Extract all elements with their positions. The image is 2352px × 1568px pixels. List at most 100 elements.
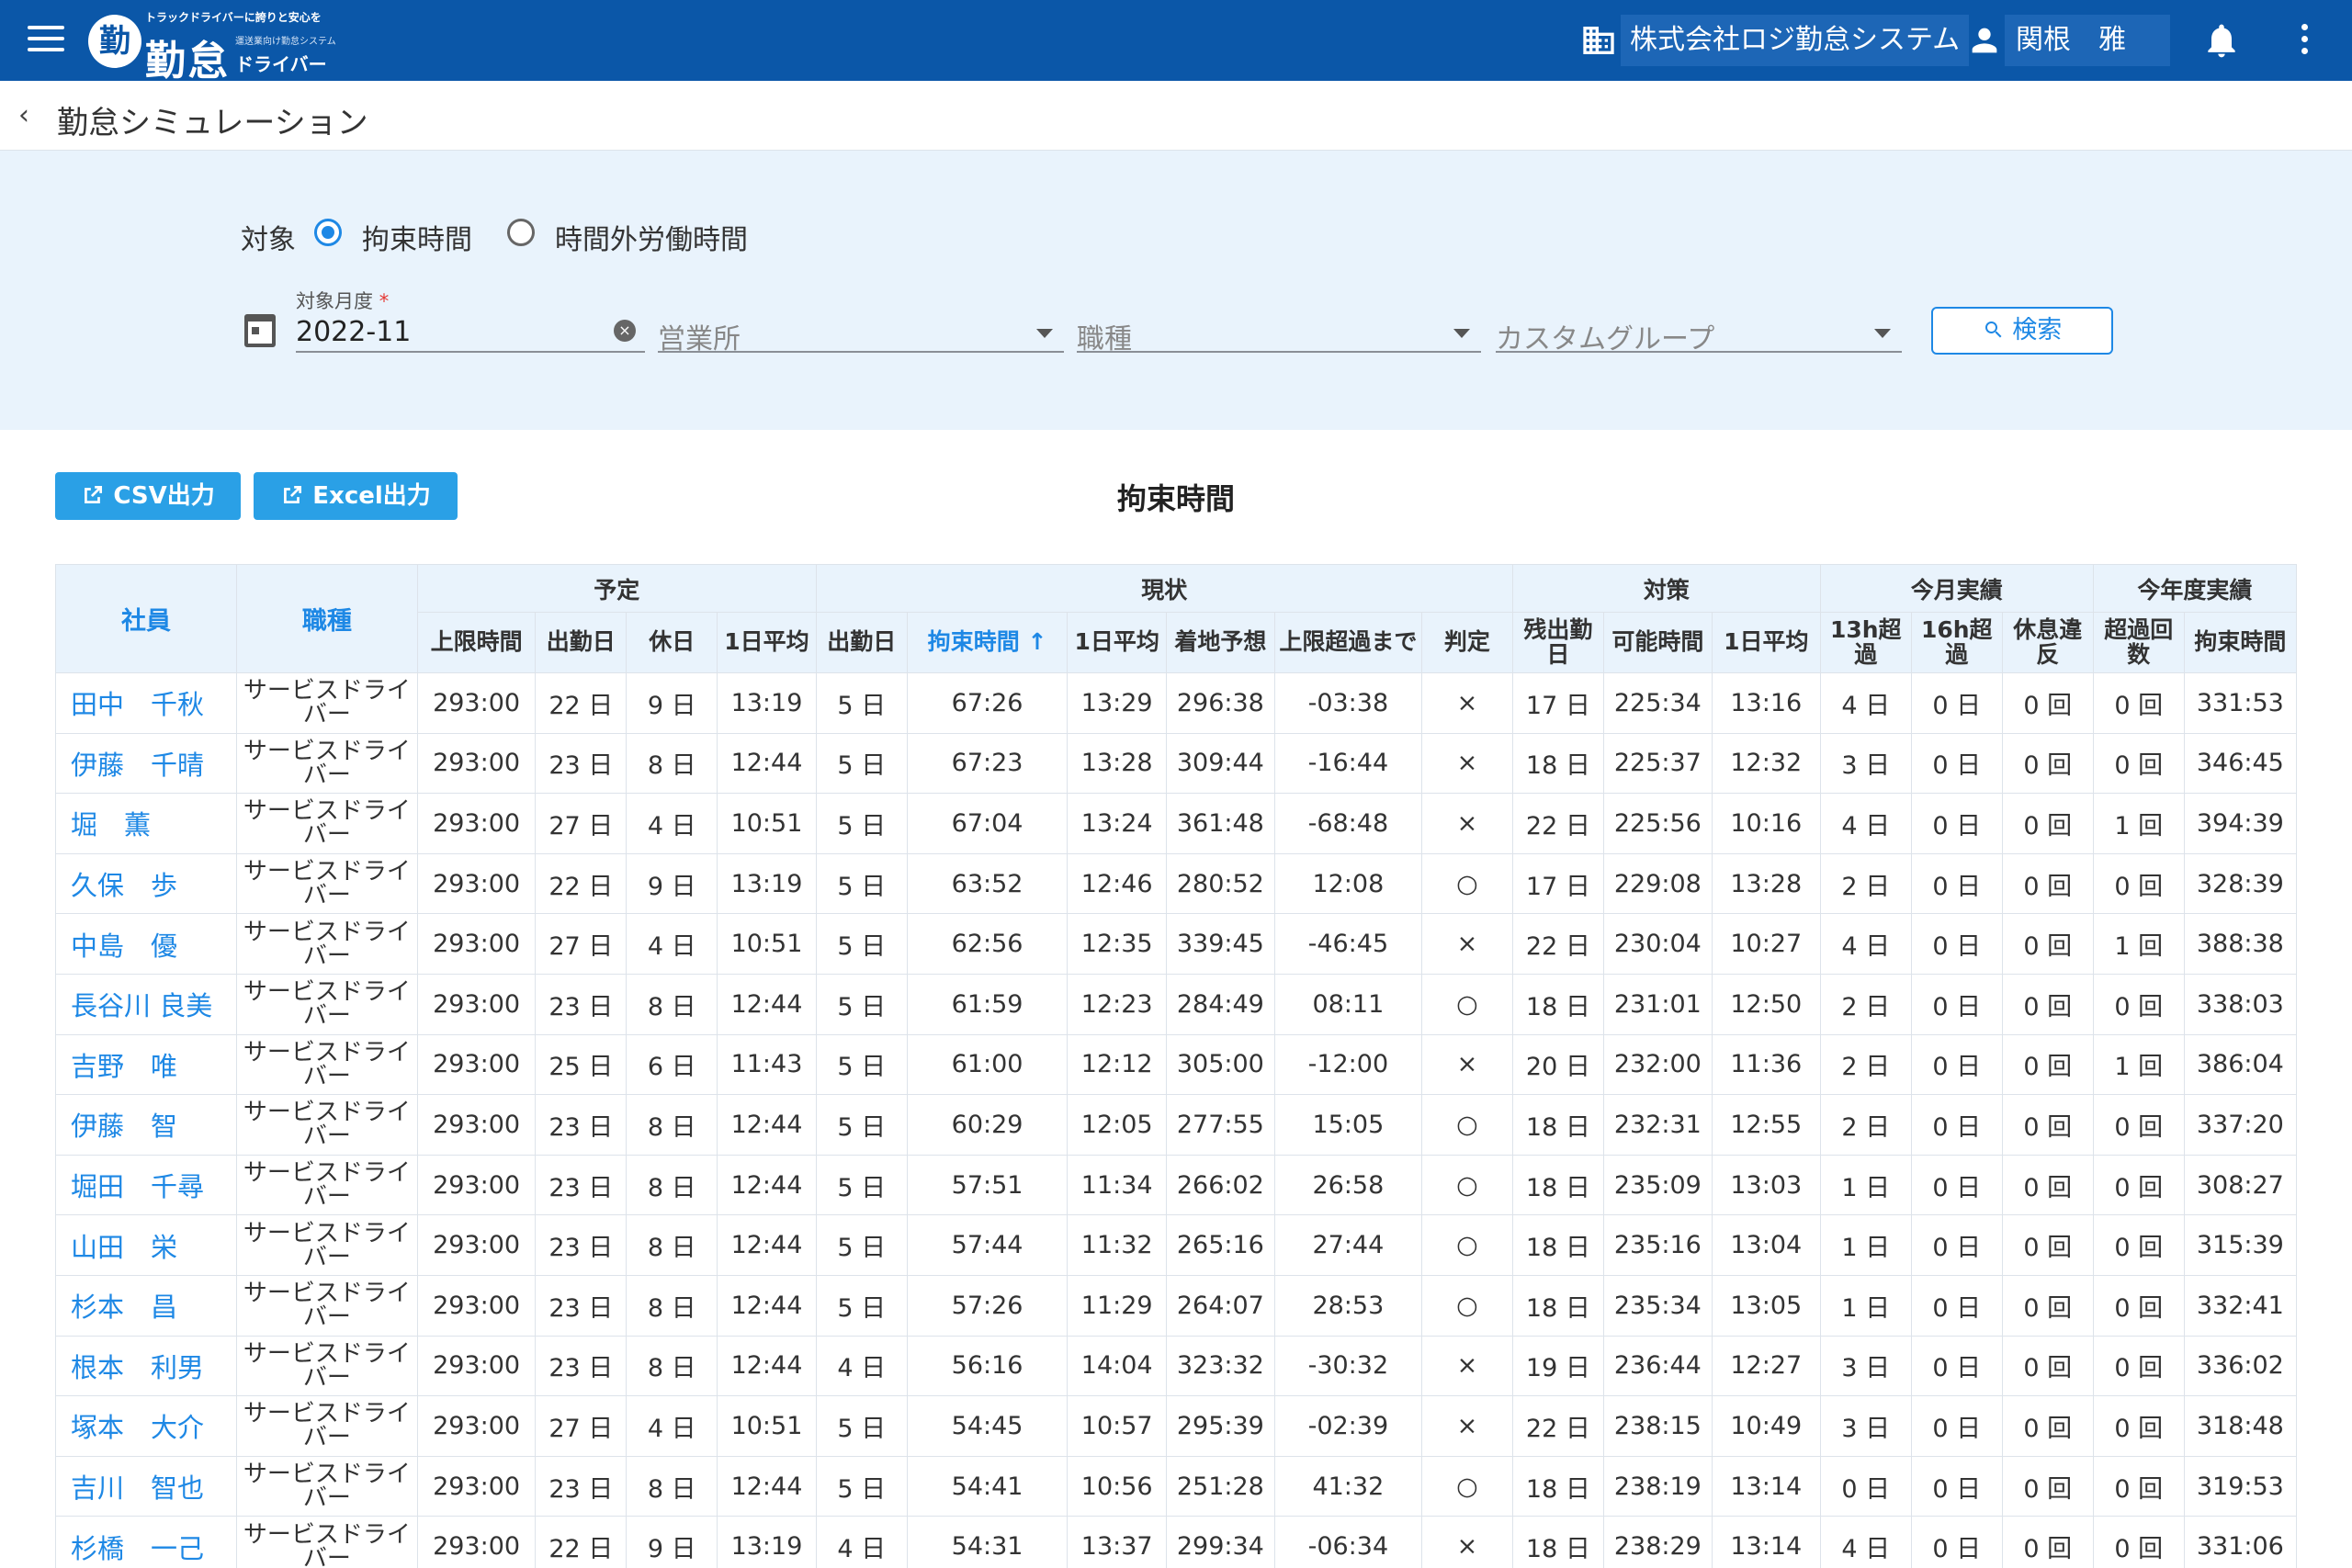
table-cell: 293:00: [416, 1274, 537, 1337]
employee-name-link[interactable]: 堀田 千尋: [55, 1154, 237, 1216]
table-cell: 13:19: [717, 672, 817, 734]
table-cell: -02:39: [1273, 1395, 1422, 1457]
table-row[interactable]: 久保 歩サービスドライバー 293:00 22 日9 日 13:19 5 日 63:52 1…: [55, 852, 2297, 915]
table-row[interactable]: 山田 栄サービスドライバー 293:00 23 日8 日 12:44 5 日 57:44 1…: [55, 1214, 2297, 1276]
col-header[interactable]: 上限超過まで: [1273, 612, 1422, 673]
table-row[interactable]: 伊藤 千晴 サービスドライバー 293:00 23 日8 日 12:44 5 日 67:23…: [55, 732, 2297, 795]
custom-group-select[interactable]: カスタムグループ: [1496, 279, 1902, 355]
employee-name-link[interactable]: 伊藤 千晴: [55, 732, 237, 795]
table-cell: 1 日: [1819, 1274, 1912, 1337]
table-cell: 5 日: [815, 1395, 908, 1457]
month-field[interactable]: 対象月度 * 2022-11 ×: [296, 279, 645, 353]
table-cell: ○: [1420, 973, 1513, 1035]
calendar-icon[interactable]: [244, 314, 276, 347]
employee-name-link[interactable]: 長谷川 良美: [55, 973, 237, 1035]
table-cell: 13:28: [1711, 852, 1821, 915]
table-cell: 12:50: [1711, 973, 1821, 1035]
table-cell: 25 日: [535, 1033, 628, 1096]
table-row[interactable]: 田中 千秋 サービスドライバー 293:00 22 日9 日 13:19 5 日 67:26…: [55, 672, 2297, 734]
company-selector[interactable]: 株式会社ロジ勤怠システム: [1580, 15, 1970, 66]
col-header[interactable]: 休息違反: [2001, 612, 2094, 673]
col-header[interactable]: 出勤日: [535, 612, 628, 673]
employee-name-link[interactable]: 塚本 大介: [55, 1395, 237, 1457]
table-cell: 1 回: [2092, 1033, 2185, 1096]
table-cell: 4 日: [1819, 672, 1912, 734]
office-select[interactable]: 営業所: [658, 279, 1064, 355]
table-cell: 235:09: [1602, 1154, 1713, 1216]
table-cell: 27 日: [535, 793, 628, 854]
radio-overtime[interactable]: [507, 219, 535, 246]
radio-restraint-time[interactable]: [314, 219, 342, 246]
col-header[interactable]: 可能時間: [1602, 612, 1713, 673]
table-row[interactable]: 杉橋 一己 サービスドライバー 293:00 22 日9 日 13:19 4 日 54:31…: [55, 1516, 2297, 1568]
table-cell: 236:44: [1602, 1335, 1713, 1397]
month-input[interactable]: 2022-11: [296, 316, 411, 348]
table-row[interactable]: 中島 優サービスドライバー 293:00 27 日4 日 10:51 5 日 62:56 1…: [55, 913, 2297, 975]
table-row[interactable]: 根本 利男 サービスドライバー 293:00 23 日8 日 12:44 4 日 56:16…: [55, 1335, 2297, 1397]
table-row[interactable]: 堀 薫サービスドライバー 293:00 27 日4 日 10:51 5 日 67:04 13…: [55, 793, 2297, 854]
table-cell: 19 日: [1511, 1335, 1604, 1397]
table-cell: 0 回: [2092, 1154, 2185, 1216]
col-header[interactable]: 判定: [1420, 612, 1513, 673]
job-cell: サービスドライバー: [235, 913, 418, 975]
col-header[interactable]: 拘束時間: [2183, 612, 2297, 673]
employee-name-link[interactable]: 吉野 唯: [55, 1033, 237, 1096]
employee-name-link[interactable]: 杉橋 一己: [55, 1516, 237, 1568]
col-header[interactable]: 着地予想: [1165, 612, 1275, 673]
user-menu[interactable]: 関根 雅: [1966, 15, 2170, 66]
notification-bell-icon[interactable]: [2201, 18, 2242, 62]
employee-name-link[interactable]: 吉川 智也: [55, 1455, 237, 1517]
col-header[interactable]: 残出勤日: [1511, 612, 1604, 673]
employee-name-link[interactable]: 中島 優: [55, 913, 237, 975]
table-row[interactable]: 吉川 智也 サービスドライバー 293:00 23 日8 日 12:44 5 日 54:41…: [55, 1455, 2297, 1517]
employee-name-link[interactable]: 根本 利男: [55, 1335, 237, 1397]
radio-label-restraint-time[interactable]: 拘束時間: [362, 217, 472, 257]
excel-export-button[interactable]: Excel出力: [254, 472, 458, 520]
table-row[interactable]: 吉野 唯サービスドライバー 293:00 25 日6 日 11:43 5 日 61:00 1…: [55, 1033, 2297, 1096]
col-header[interactable]: 1日平均: [717, 612, 817, 673]
col-header[interactable]: 超過回数: [2092, 612, 2185, 673]
more-options-icon[interactable]: [2297, 24, 2312, 57]
table-row[interactable]: 塚本 大介 サービスドライバー 293:00 27 日4 日 10:51 5 日 54:45…: [55, 1395, 2297, 1457]
employee-name-link[interactable]: 堀 薫: [55, 793, 237, 854]
title-bar: ‹ 勤怠シミュレーション: [0, 81, 2352, 151]
col-header-sorted[interactable]: 拘束時間 ↑: [906, 612, 1069, 673]
table-cell: 57:51: [906, 1154, 1069, 1216]
employee-name-link[interactable]: 山田 栄: [55, 1214, 237, 1276]
csv-export-button[interactable]: CSV出力: [55, 472, 241, 520]
radio-label-overtime[interactable]: 時間外労働時間: [555, 217, 748, 257]
table-row[interactable]: 伊藤 智サービスドライバー 293:00 23 日8 日 12:44 5 日 60:29 1…: [55, 1094, 2297, 1156]
hamburger-menu-icon[interactable]: [28, 26, 64, 55]
col-job[interactable]: 職種: [235, 564, 418, 673]
table-cell: 12:23: [1067, 973, 1167, 1035]
col-header[interactable]: 休日: [626, 612, 718, 673]
employee-name-link[interactable]: 伊藤 智: [55, 1094, 237, 1156]
job-cell: サービスドライバー: [235, 1094, 418, 1156]
job-cell: サービスドライバー: [235, 1455, 418, 1517]
table-cell: 8 日: [626, 732, 718, 795]
table-cell: 22 日: [1511, 1395, 1604, 1457]
table-cell: 2 日: [1819, 973, 1912, 1035]
job-select[interactable]: 職種: [1077, 279, 1481, 355]
employee-name-link[interactable]: 杉本 昌: [55, 1274, 237, 1337]
table-cell: ×: [1420, 1395, 1513, 1457]
logo-mark-icon: 勤: [88, 15, 141, 68]
col-header[interactable]: 上限時間: [416, 612, 537, 673]
table-row[interactable]: 杉本 昌サービスドライバー 293:00 23 日8 日 12:44 5 日 57:26 1…: [55, 1274, 2297, 1337]
employee-name-link[interactable]: 田中 千秋: [55, 672, 237, 734]
table-row[interactable]: 長谷川 良美 サービスドライバー 293:00 23 日8 日 12:44 5 日 61:5…: [55, 973, 2297, 1035]
col-header[interactable]: 1日平均: [1711, 612, 1821, 673]
col-header[interactable]: 出勤日: [815, 612, 908, 673]
col-header[interactable]: 13h超過: [1819, 612, 1912, 673]
table-cell: 17 日: [1511, 672, 1604, 734]
employee-name-link[interactable]: 久保 歩: [55, 852, 237, 915]
table-cell: 13:19: [717, 1516, 817, 1568]
col-header[interactable]: 1日平均: [1067, 612, 1167, 673]
col-header[interactable]: 16h超過: [1910, 612, 2003, 673]
table-row[interactable]: 堀田 千尋 サービスドライバー 293:00 23 日8 日 12:44 5 日 57:51…: [55, 1154, 2297, 1216]
search-button[interactable]: 検索: [1931, 307, 2113, 355]
clear-icon[interactable]: ×: [614, 320, 636, 342]
app-logo[interactable]: 勤 トラックドライバーに誇りと安心を 勤怠 運送業向け勤怠システム ドライバー: [88, 6, 336, 85]
col-employee[interactable]: 社員: [55, 564, 237, 673]
back-chevron-icon[interactable]: ‹: [18, 101, 44, 130]
